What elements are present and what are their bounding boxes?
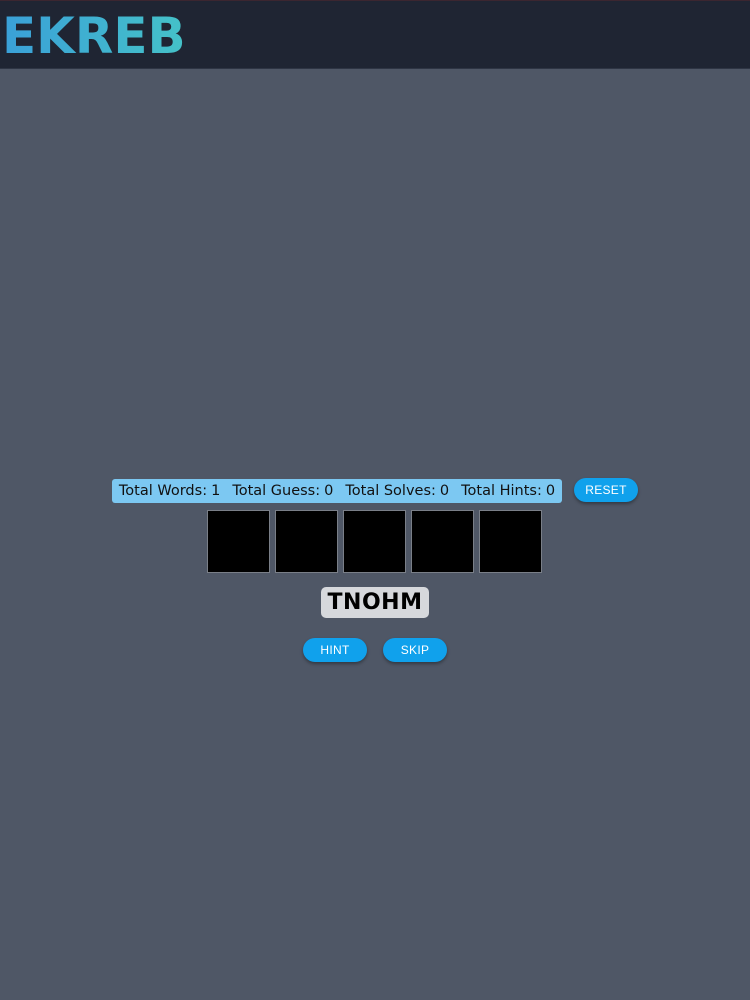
stat-total-guess: Total Guess: 0: [232, 483, 333, 499]
stat-value: 0: [439, 483, 450, 499]
letter-tile-5[interactable]: [479, 510, 542, 573]
letter-tile-2[interactable]: [275, 510, 338, 573]
letter-tile-3[interactable]: [343, 510, 406, 573]
stats-bar: Total Words: 1 Total Guess: 0 Total Solves…: [112, 479, 562, 503]
stat-value: 0: [545, 483, 556, 499]
scrambled-word: TNOHM: [321, 587, 429, 618]
stat-label: Total Guess:: [232, 483, 321, 499]
stat-total-hints: Total Hints: 0: [461, 483, 555, 499]
stat-label: Total Hints:: [461, 483, 542, 499]
stat-total-words: Total Words: 1: [119, 483, 220, 499]
skip-button[interactable]: SKIP: [383, 638, 447, 662]
stat-value: 0: [324, 483, 334, 499]
app-logo: EKREB: [2, 7, 186, 65]
letter-tile-4[interactable]: [411, 510, 474, 573]
stat-value: 1: [211, 483, 221, 499]
hint-button[interactable]: HINT: [303, 638, 367, 662]
stat-total-solves: Total Solves: 0: [345, 483, 449, 499]
stat-label: Total Words:: [118, 483, 208, 499]
top-bar: EKREB: [0, 0, 750, 69]
reset-button[interactable]: RESET: [574, 478, 638, 502]
letter-tiles: [207, 510, 542, 573]
letter-tile-1[interactable]: [207, 510, 270, 573]
stat-label: Total Solves:: [345, 483, 436, 499]
